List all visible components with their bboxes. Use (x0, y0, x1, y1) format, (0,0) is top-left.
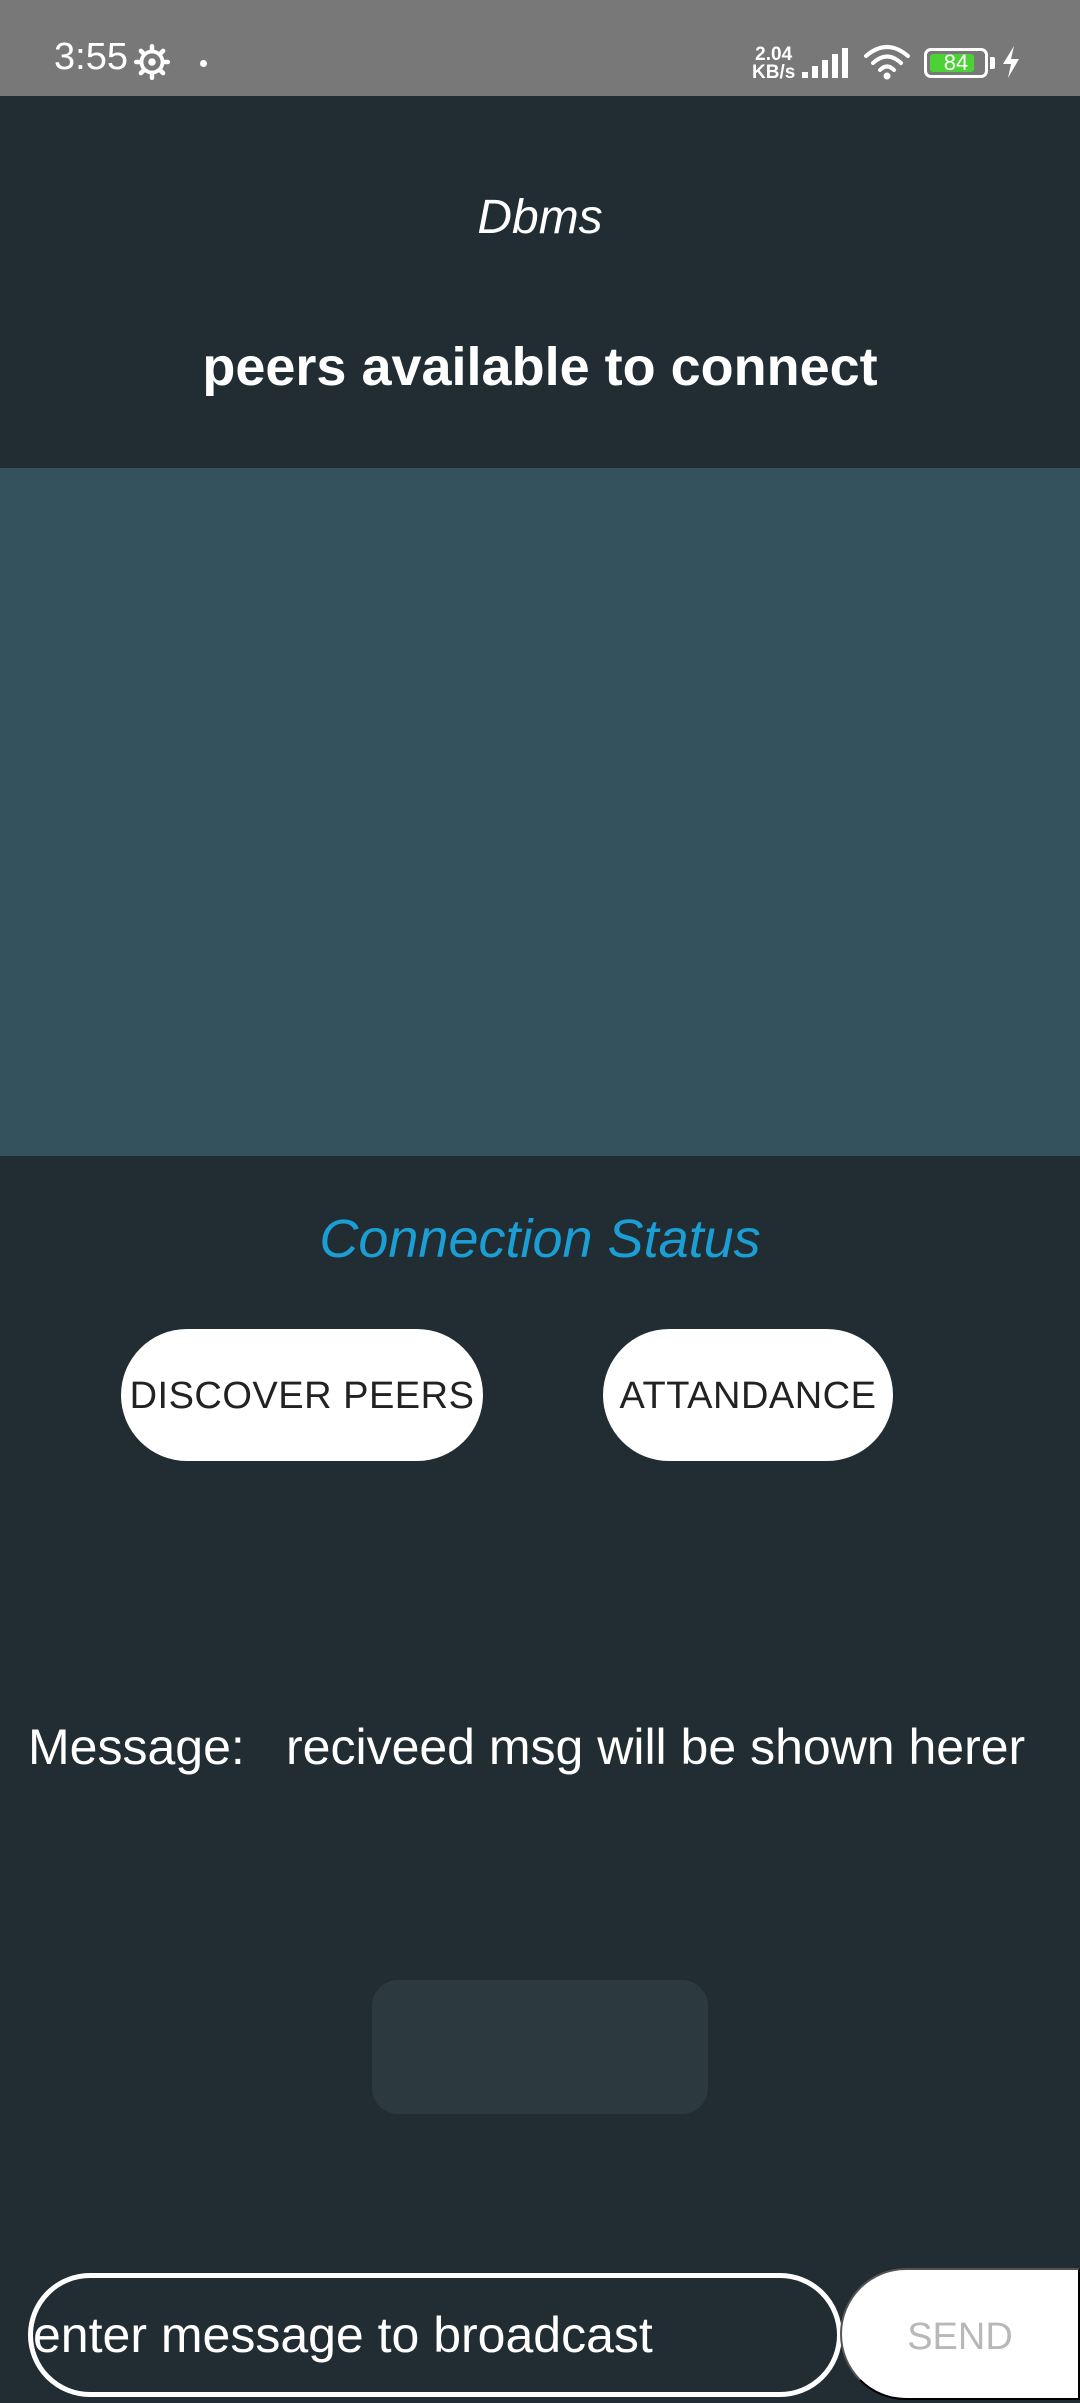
connection-status: Connection Status (319, 1209, 761, 1269)
gear-icon (134, 44, 170, 80)
peer-list[interactable] (0, 468, 1080, 1156)
app-header: Dbms peers available to connect (0, 96, 1080, 468)
empty-display-box (372, 1980, 708, 2114)
app-title: Dbms (477, 191, 603, 244)
notification-dot-icon (200, 60, 207, 67)
status-time: 3:55 (54, 36, 128, 78)
peers-heading: peers available to connect (202, 337, 878, 397)
battery-level: 84 (943, 50, 969, 75)
send-button[interactable]: SEND (840, 2268, 1080, 2400)
status-bar: 3:55 2.04 KB/s 84 (0, 0, 1080, 96)
message-value: reciveed msg will be shown herer (286, 1719, 1026, 1775)
message-label: Message: (28, 1719, 245, 1775)
network-speed-unit: KB/s (752, 62, 796, 83)
network-speed: 2.04 KB/s (752, 45, 796, 83)
signal-icon (802, 48, 848, 78)
battery-icon: 84 (924, 48, 988, 78)
discover-peers-button[interactable]: DISCOVER PEERS (121, 1329, 483, 1461)
attendance-button[interactable]: ATTANDANCE (603, 1329, 893, 1461)
battery-cap (990, 57, 995, 69)
broadcast-message-input[interactable]: enter message to broadcast (28, 2273, 842, 2397)
wifi-icon (864, 45, 910, 80)
charging-bolt-icon (1003, 46, 1019, 78)
